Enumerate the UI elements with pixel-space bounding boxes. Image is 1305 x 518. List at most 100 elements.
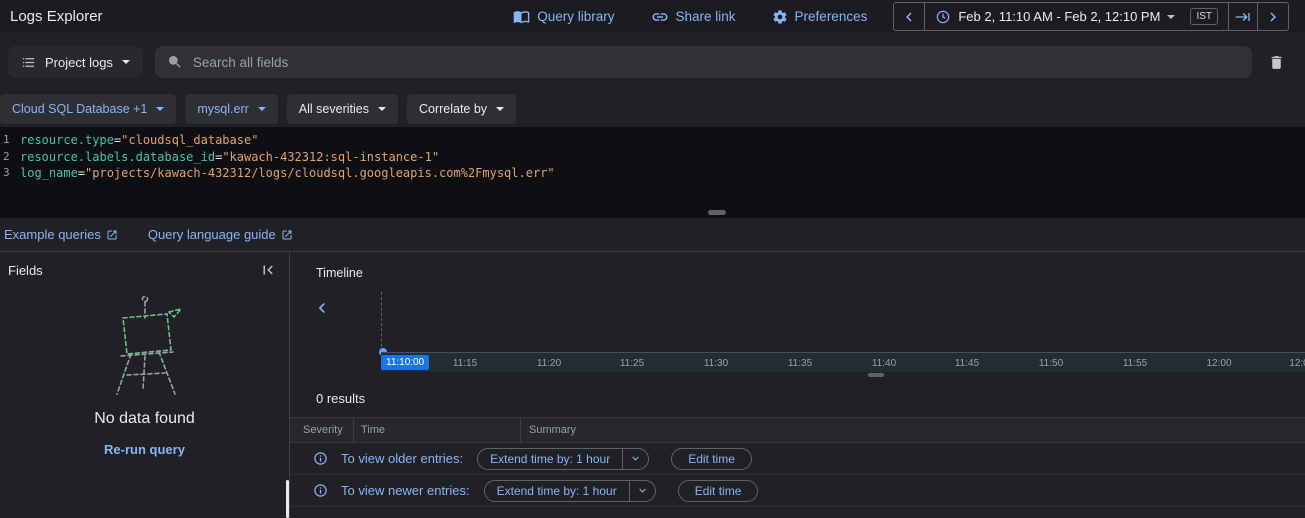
query-value: "projects/kawach-432312/logs/cloudsql.go… [85, 166, 555, 180]
column-header-severity: Severity [303, 424, 343, 436]
query-key: resource.labels.database_id [20, 149, 216, 164]
collapse-left-icon [259, 261, 277, 279]
search-input[interactable] [192, 54, 1240, 70]
query-value: "kawach-432312:sql-instance-1" [222, 149, 440, 164]
fields-panel-header: Fields [0, 252, 289, 288]
notice-rows: To view older entries: Extend time by: 1… [290, 443, 1305, 507]
extend-time-newer-button[interactable]: Extend time by: 1 hour [485, 481, 629, 501]
example-queries-link[interactable]: Example queries [4, 227, 118, 242]
timeline-tick: 11:55 [1122, 358, 1148, 369]
rerun-query-button[interactable]: Re-run query [104, 442, 185, 457]
extend-time-newer-dropdown[interactable] [628, 480, 655, 501]
external-link-icon [281, 229, 293, 241]
timeline-tick: 11:20 [536, 358, 562, 369]
log-scope-label: Project logs [45, 54, 113, 70]
timeline-chart[interactable] [378, 292, 1305, 356]
filter-chip-severity[interactable]: All severities [286, 94, 398, 124]
query-line: 1 resource.type="cloudsql_database" [0, 132, 1305, 149]
book-icon [513, 8, 530, 25]
chevron-down-icon [121, 60, 130, 64]
line-number: 3 [3, 166, 10, 179]
results-table-header: Severity Time Summary [290, 417, 1305, 443]
fields-scrollbar[interactable] [286, 480, 289, 518]
results-count: 0 results [316, 391, 366, 406]
query-editor[interactable]: 1 resource.type="cloudsql_database" 2 re… [0, 127, 1305, 218]
search-box [154, 46, 1252, 78]
skip-to-end-icon [1235, 9, 1251, 25]
edit-time-older-button[interactable]: Edit time [671, 447, 752, 470]
timeline-title: Timeline [316, 266, 363, 280]
query-language-guide-link[interactable]: Query language guide [148, 227, 293, 242]
timeline-axis: 11:10:00 11:15 11:20 11:25 11:30 11:35 1… [381, 352, 1305, 372]
filter-chip-label: mysql.err [197, 102, 249, 116]
query-key: resource.type [20, 133, 114, 147]
chevron-right-icon [1264, 8, 1282, 26]
clock-icon [935, 9, 951, 25]
preferences-label: Preferences [794, 9, 868, 24]
filter-chip-resource[interactable]: Cloud SQL Database +1 [0, 94, 177, 124]
extend-time-older-button-group: Extend time by: 1 hour [477, 447, 650, 470]
timeline-resize-handle[interactable] [868, 373, 884, 377]
easel-illustration [97, 292, 193, 404]
fields-panel-title: Fields [8, 262, 43, 278]
edit-time-newer-button[interactable]: Edit time [677, 479, 759, 502]
editor-resize-handle[interactable] [708, 210, 726, 215]
trash-icon [1268, 54, 1285, 71]
query-value: "cloudsql_database" [121, 133, 259, 147]
query-library-label: Query library [537, 9, 615, 24]
main-area: Fields No data found Re-run query Timeli… [0, 252, 1305, 518]
timeline-selected-tick: 11:10:00 [381, 355, 430, 370]
timeline-tick: 11:25 [619, 358, 645, 369]
clear-query-button[interactable] [1264, 50, 1289, 75]
line-number: 1 [3, 133, 10, 146]
query-line: 2 resource.labels.database_id="kawach-43… [0, 149, 1305, 166]
timezone-badge: IST [1190, 8, 1218, 25]
column-header-summary: Summary [520, 418, 1305, 442]
example-queries-label: Example queries [4, 227, 101, 242]
external-link-icon [106, 229, 118, 241]
collapse-fields-button[interactable] [259, 261, 277, 279]
filter-chip-label: Correlate by [418, 102, 488, 116]
time-range-label: Feb 2, 11:10 AM - Feb 2, 12:10 PM [958, 9, 1161, 24]
info-icon [313, 451, 328, 466]
chevron-down-icon [636, 484, 649, 497]
timeline-tick: 11:40 [871, 358, 897, 369]
newer-entries-text: To view newer entries: [341, 483, 470, 498]
filter-chip-label: Cloud SQL Database +1 [12, 102, 148, 116]
info-icon [313, 483, 328, 498]
list-icon [21, 55, 36, 70]
chevron-down-icon [1167, 14, 1176, 19]
query-language-guide-label: Query language guide [147, 227, 276, 242]
link-icon [651, 8, 669, 26]
timeline-tick: 11:35 [787, 358, 813, 369]
filter-chip-logname[interactable]: mysql.err [185, 94, 278, 124]
filter-chip-label: All severities [298, 102, 369, 116]
chevron-left-icon [900, 8, 918, 26]
filter-chips-row: Cloud SQL Database +1 mysql.err All seve… [0, 91, 1305, 127]
time-next-button[interactable] [1257, 3, 1288, 30]
logs-explorer-app: Logs Explorer Query library Share link P… [0, 0, 1305, 518]
timeline-tick: 11:15 [452, 358, 478, 369]
preferences-button[interactable]: Preferences [772, 9, 868, 25]
chevron-down-icon [377, 107, 386, 111]
query-line: 3 log_name="projects/kawach-432312/logs/… [0, 165, 1305, 182]
time-range-control: Feb 2, 11:10 AM - Feb 2, 12:10 PM IST [893, 2, 1289, 31]
filter-chip-correlate[interactable]: Correlate by [406, 94, 517, 124]
app-header: Logs Explorer Query library Share link P… [0, 0, 1305, 33]
empty-state-title: No data found [94, 410, 195, 427]
timeline-tick: 11:50 [1038, 358, 1064, 369]
query-library-button[interactable]: Query library [513, 8, 615, 25]
timeline-scroll-left-button[interactable] [312, 298, 332, 318]
time-range-dropdown[interactable]: Feb 2, 11:10 AM - Feb 2, 12:10 PM IST [924, 3, 1228, 30]
timeline-tick: 12:00 [1206, 358, 1232, 369]
log-scope-button[interactable]: Project logs [8, 46, 143, 78]
query-key: log_name [20, 166, 78, 180]
time-prev-button[interactable] [894, 3, 924, 30]
extend-time-older-dropdown[interactable] [622, 448, 648, 469]
share-link-button[interactable]: Share link [651, 8, 736, 26]
newer-entries-row: To view newer entries: Extend time by: 1… [290, 475, 1305, 507]
search-icon [167, 54, 183, 70]
line-number: 2 [3, 149, 10, 163]
extend-time-older-button[interactable]: Extend time by: 1 hour [478, 449, 622, 469]
jump-to-now-button[interactable] [1228, 3, 1257, 30]
